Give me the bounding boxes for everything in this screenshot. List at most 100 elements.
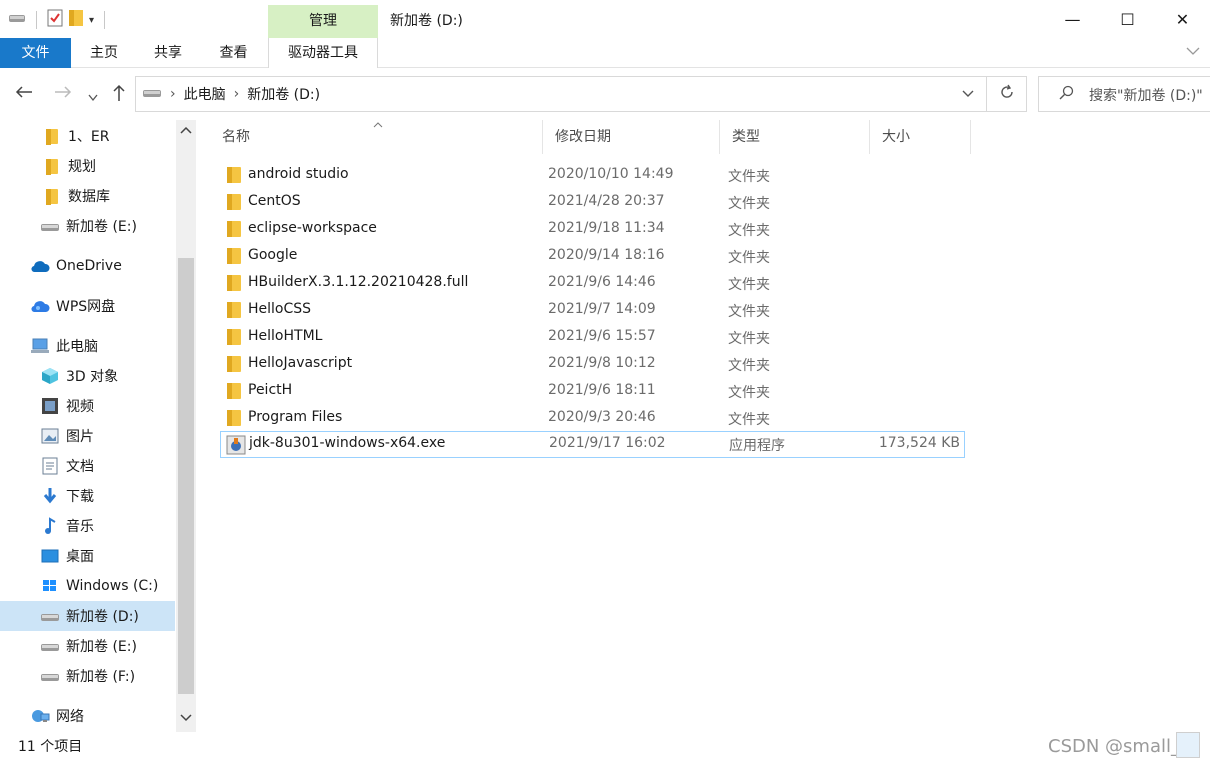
sidebar-item-label: 新加卷 (F:) [66,669,136,685]
column-header-name[interactable]: 名称 [210,120,543,154]
search-icon [1059,85,1075,105]
sidebar-item-pictures[interactable]: 图片 [0,421,175,451]
breadcrumb-separator-icon[interactable]: › [234,86,240,102]
new-folder-icon[interactable] [69,10,83,30]
column-header-size[interactable]: 大小 [870,120,971,154]
up-arrow-icon[interactable] [112,84,126,106]
toolbar-separator [104,11,106,29]
sidebar-item-documents[interactable]: 文档 [0,451,175,481]
file-row[interactable]: android studio 2020/10/10 14:49 文件夹 [220,162,965,189]
file-modified: 2020/9/14 18:16 [548,247,665,263]
chevron-down-icon[interactable] [1186,44,1200,60]
address-history-chevron-icon[interactable] [962,85,974,107]
breadcrumb-separator-icon[interactable]: › [170,86,176,102]
sidebar-item-onedrive[interactable]: OneDrive [0,251,175,281]
file-row[interactable]: CentOS 2021/4/28 20:37 文件夹 [220,189,965,216]
wps-cloud-icon [30,297,50,315]
sidebar-item-label: 文档 [66,459,94,475]
recent-locations-chevron-icon[interactable] [88,87,98,106]
file-row[interactable]: HelloJavascript 2021/9/8 10:12 文件夹 [220,351,965,378]
folder-icon [227,248,241,264]
window-title: 新加卷 (D:) [390,13,463,29]
sidebar-item-label: WPS网盘 [56,299,116,315]
breadcrumb-current-drive[interactable]: 新加卷 (D:) [247,84,320,104]
file-row-selected[interactable]: jdk-8u301-windows-x64.exe 2021/9/17 16:0… [220,431,965,458]
file-type: 文件夹 [728,196,770,212]
close-button[interactable]: ✕ [1155,0,1210,38]
scrollbar-thumb[interactable] [178,258,194,694]
file-name: PeictH [248,382,293,398]
windows-drive-icon [40,577,60,595]
sidebar-item-music[interactable]: 音乐 [0,511,175,541]
scroll-up-icon[interactable] [180,124,192,137]
ribbon-tabs: 文件 主页 共享 查看 驱动器工具 [0,38,1210,68]
file-row[interactable]: HelloCSS 2021/9/7 14:09 文件夹 [220,297,965,324]
manage-context-tab[interactable]: 管理 [268,5,378,38]
sidebar-item-drive-f[interactable]: 新加卷 (F:) [0,661,175,691]
sidebar-item-network[interactable]: 网络 [0,701,175,731]
navigation-bar: › 此电脑 › 新加卷 (D:) 搜索"新加卷 (D:)" [0,68,1210,120]
back-arrow-icon[interactable] [15,84,33,103]
address-bar[interactable]: › 此电脑 › 新加卷 (D:) [135,76,987,112]
folder-icon [227,383,241,399]
sidebar-item-videos[interactable]: 视频 [0,391,175,421]
file-modified: 2021/9/7 14:09 [548,301,656,317]
sidebar-item-er[interactable]: 1、ER [0,121,175,151]
sidebar-item-wps-cloud[interactable]: WPS网盘 [0,291,175,321]
sidebar-item-drive-d[interactable]: 新加卷 (D:) [0,601,175,631]
sidebar-item-label: 新加卷 (D:) [66,609,139,625]
tab-share[interactable]: 共享 [137,38,199,68]
sidebar-item-desktop[interactable]: 桌面 [0,541,175,571]
sidebar-item-label: OneDrive [56,258,122,274]
sidebar-scrollbar[interactable] [176,120,196,732]
customize-toolbar-icon[interactable]: ▾ [89,15,94,26]
sidebar-item-this-pc[interactable]: 此电脑 [0,331,175,361]
folder-icon [227,410,241,426]
sidebar-item-drive-c[interactable]: Windows (C:) [0,571,175,601]
tab-view[interactable]: 查看 [199,38,268,68]
minimize-button[interactable]: — [1045,0,1100,38]
sidebar-item-label: 3D 对象 [66,369,119,385]
file-row[interactable]: Google 2020/9/14 18:16 文件夹 [220,243,965,270]
breadcrumb-this-pc[interactable]: 此电脑 [184,84,226,104]
tab-home[interactable]: 主页 [71,38,137,68]
file-type: 文件夹 [728,223,770,239]
sidebar-item-planning[interactable]: 规划 [0,151,175,181]
tab-drive-tools[interactable]: 驱动器工具 [268,38,378,68]
file-modified: 2020/9/3 20:46 [548,409,656,425]
file-type: 文件夹 [728,412,770,428]
details-view-button[interactable] [1176,732,1200,758]
column-header-type[interactable]: 类型 [720,120,870,154]
sidebar-item-database[interactable]: 数据库 [0,181,175,211]
drive-icon [40,637,60,655]
sidebar-item-label: 此电脑 [56,339,98,355]
sidebar-item-drive-e[interactable]: 新加卷 (E:) [0,631,175,661]
file-name: Google [248,247,298,263]
file-type: 文件夹 [728,385,770,401]
file-row[interactable]: HelloHTML 2021/9/6 15:57 文件夹 [220,324,965,351]
sidebar-item-drive-e-pinned[interactable]: 新加卷 (E:) [0,211,175,241]
file-modified: 2021/9/6 15:57 [548,328,656,344]
folder-icon [227,221,241,237]
forward-arrow-icon[interactable] [54,84,72,103]
file-row[interactable]: HBuilderX.3.1.12.20210428.full 2021/9/6 … [220,270,965,297]
properties-icon[interactable] [47,9,63,31]
file-row[interactable]: Program Files 2020/9/3 20:46 文件夹 [220,405,965,432]
tab-file[interactable]: 文件 [0,38,71,68]
scroll-down-icon[interactable] [180,712,192,725]
sidebar-item-downloads[interactable]: 下载 [0,481,175,511]
folder-icon [227,356,241,372]
search-input[interactable]: 搜索"新加卷 (D:)" [1038,76,1210,112]
file-type: 文件夹 [728,304,770,320]
file-modified: 2021/9/18 11:34 [548,220,665,236]
file-row[interactable]: eclipse-workspace 2021/9/18 11:34 文件夹 [220,216,965,243]
file-type: 文件夹 [728,277,770,293]
search-placeholder: 搜索"新加卷 (D:)" [1089,88,1203,104]
maximize-button[interactable]: ☐ [1100,0,1155,38]
file-modified: 2021/9/8 10:12 [548,355,656,371]
sidebar-item-label: 音乐 [66,519,94,535]
sidebar-item-3d-objects[interactable]: 3D 对象 [0,361,175,391]
column-header-modified[interactable]: 修改日期 [543,120,720,154]
refresh-button[interactable] [987,76,1027,112]
file-row[interactable]: PeictH 2021/9/6 18:11 文件夹 [220,378,965,405]
